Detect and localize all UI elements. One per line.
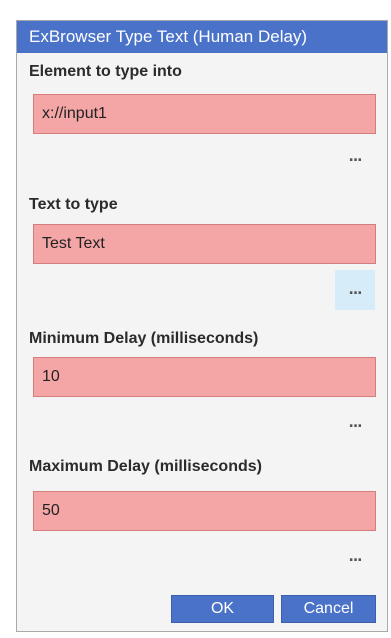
ok-button[interactable]: OK <box>171 595 274 623</box>
cancel-button[interactable]: Cancel <box>281 595 376 623</box>
max-delay-browse-button[interactable]: ... <box>335 537 375 577</box>
min-delay-label: Minimum Delay (milliseconds) <box>29 330 259 347</box>
min-delay-browse-button[interactable]: ... <box>335 403 375 443</box>
text-label: Text to type <box>29 196 118 213</box>
max-delay-label: Maximum Delay (milliseconds) <box>29 458 262 475</box>
type-text-dialog: ExBrowser Type Text (Human Delay) Elemen… <box>16 20 388 632</box>
ellipsis-icon: ... <box>348 149 363 165</box>
max-delay-input[interactable] <box>33 491 376 531</box>
element-input[interactable] <box>33 94 376 134</box>
element-browse-button[interactable]: ... <box>335 137 375 177</box>
min-delay-input[interactable] <box>33 357 376 397</box>
text-input[interactable] <box>33 224 376 264</box>
ellipsis-icon: ... <box>348 415 363 431</box>
dialog-title: ExBrowser Type Text (Human Delay) <box>17 21 387 53</box>
ellipsis-icon: ... <box>348 549 363 565</box>
ellipsis-icon: ... <box>348 282 363 298</box>
element-label: Element to type into <box>29 63 182 80</box>
text-browse-button[interactable]: ... <box>335 270 375 310</box>
